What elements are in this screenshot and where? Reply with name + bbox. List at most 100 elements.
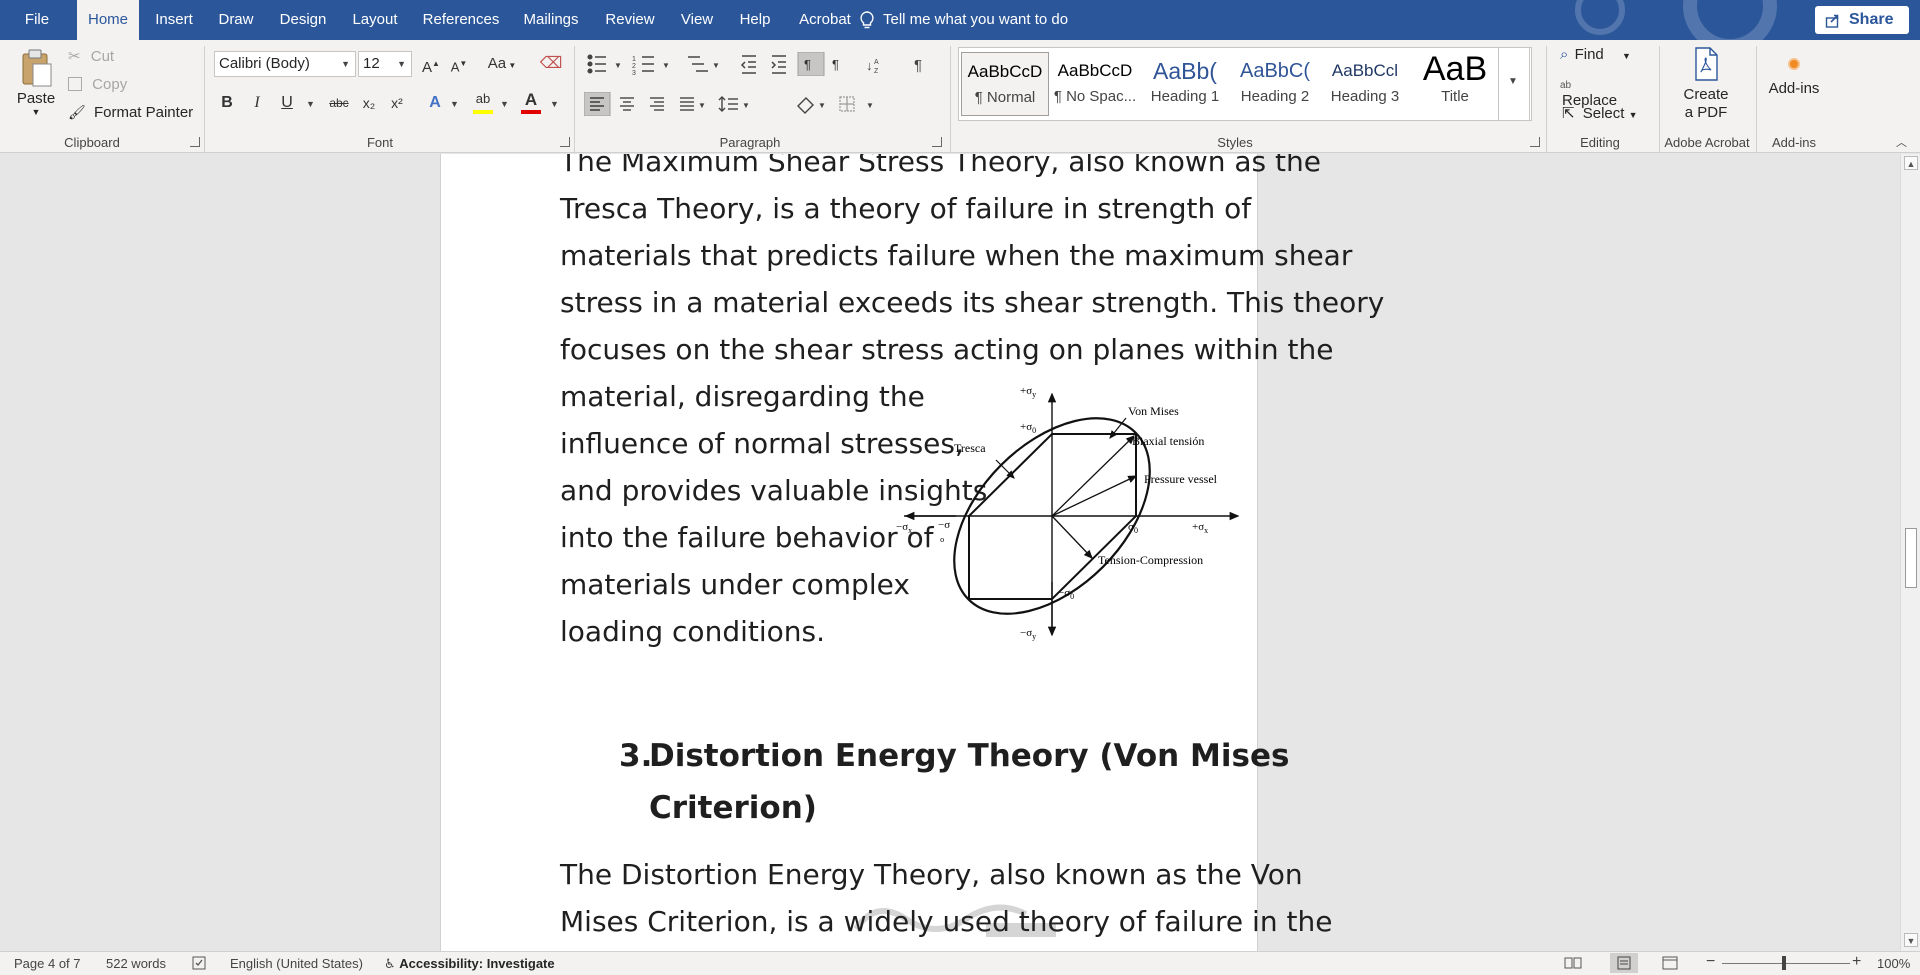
justify-button[interactable]: [674, 92, 708, 116]
bold-button[interactable]: B: [214, 90, 240, 116]
style-no-spacing[interactable]: AaBbCcD ¶ No Spac...: [1051, 52, 1139, 116]
find-button[interactable]: ⌕ Find ▼: [1560, 46, 1631, 63]
read-mode-icon[interactable]: [1564, 956, 1582, 973]
print-layout-icon[interactable]: [1610, 953, 1638, 973]
document-page[interactable]: The Maximum Shear Stress Theory, also kn…: [440, 154, 1384, 951]
paragraph-group-label: Paragraph: [719, 135, 781, 150]
align-right-button[interactable]: [644, 92, 670, 116]
style-title[interactable]: AaB Title: [1411, 52, 1499, 116]
tab-view[interactable]: View: [676, 0, 718, 40]
italic-button[interactable]: I: [244, 90, 270, 116]
underline-dropdown-icon[interactable]: ▼: [306, 99, 315, 109]
styles-launcher-icon[interactable]: [1530, 137, 1540, 147]
share-button[interactable]: Share: [1815, 6, 1909, 34]
tell-me-search[interactable]: Tell me what you want to do: [860, 0, 1068, 40]
tab-references[interactable]: References: [418, 0, 504, 40]
font-color-button[interactable]: A: [518, 90, 544, 116]
paste-button[interactable]: Paste ▼: [12, 46, 60, 126]
align-left-button[interactable]: [584, 92, 610, 116]
replace-icon: ab: [1560, 80, 1572, 91]
styles-more-button[interactable]: ▼: [1498, 47, 1530, 121]
show-formatting-marks-button[interactable]: [910, 52, 934, 76]
style-name: Title: [1441, 88, 1469, 105]
numbering-button[interactable]: [628, 52, 670, 76]
collapse-ribbon-icon[interactable]: ︿: [1896, 134, 1907, 150]
sort-button[interactable]: [864, 52, 888, 76]
zoom-slider-thumb[interactable]: [1782, 956, 1786, 970]
proofing-icon[interactable]: [192, 956, 208, 973]
accessibility-status[interactable]: ♿ Accessibility: Investigate: [384, 956, 555, 972]
right-to-left-button[interactable]: [828, 52, 854, 76]
cut-button[interactable]: ✂ Cut: [68, 47, 114, 65]
scroll-thumb[interactable]: [1905, 528, 1917, 588]
label-tension-compression: Tension-Compression: [1098, 553, 1203, 567]
zoom-slider[interactable]: [1722, 963, 1850, 964]
format-painter-button[interactable]: 🖌 Format Painter: [68, 104, 193, 121]
label-pressure-vessel: Pressure vessel: [1144, 472, 1218, 486]
tab-mailings[interactable]: Mailings: [518, 0, 584, 40]
scroll-up-icon[interactable]: ▲: [1904, 156, 1918, 170]
font-size-select[interactable]: 12 ▼: [358, 51, 412, 77]
zoom-out-icon[interactable]: −: [1706, 953, 1715, 971]
style-heading-2[interactable]: AaBbC( Heading 2: [1231, 52, 1319, 116]
multilevel-list-button[interactable]: [684, 52, 720, 76]
vertical-scrollbar[interactable]: ▲ ▼: [1900, 154, 1920, 951]
tab-draw[interactable]: Draw: [213, 0, 259, 40]
clipboard-launcher-icon[interactable]: [190, 137, 200, 147]
style-heading-3[interactable]: AaBbCcl Heading 3: [1321, 52, 1409, 116]
shading-button[interactable]: [792, 92, 828, 116]
decrease-indent-button[interactable]: [738, 52, 760, 76]
font-name-select[interactable]: Calibri (Body) ▼: [214, 51, 356, 77]
tab-layout[interactable]: Layout: [346, 0, 404, 40]
tab-file[interactable]: File: [14, 0, 60, 40]
text-effects-button[interactable]: A: [422, 90, 448, 116]
add-ins-button[interactable]: Add-ins: [1764, 46, 1824, 126]
superscript-button[interactable]: x²: [384, 90, 410, 116]
text-effects-dropdown-icon[interactable]: ▼: [450, 99, 459, 109]
group-separator: [204, 46, 205, 152]
borders-button[interactable]: [836, 92, 876, 116]
select-button[interactable]: ⇱ Select ▼: [1562, 104, 1638, 122]
shrink-font-button[interactable]: A▼: [446, 51, 472, 77]
change-case-button[interactable]: Aa ▼: [484, 51, 520, 77]
tab-help[interactable]: Help: [732, 0, 778, 40]
tab-insert[interactable]: Insert: [150, 0, 198, 40]
scroll-down-icon[interactable]: ▼: [1904, 933, 1918, 947]
style-name: Heading 1: [1150, 88, 1220, 105]
copy-label: Copy: [92, 76, 128, 93]
group-separator: [574, 46, 575, 152]
clear-formatting-button[interactable]: ⌫: [538, 51, 564, 77]
style-heading-1[interactable]: AaBb( Heading 1: [1141, 52, 1229, 116]
grow-font-button[interactable]: A▲: [418, 51, 444, 77]
word-count[interactable]: 522 words: [106, 956, 166, 971]
font-launcher-icon[interactable]: [560, 137, 570, 147]
strikethrough-button[interactable]: abc: [324, 90, 354, 116]
tab-review[interactable]: Review: [598, 0, 662, 40]
paragraph-launcher-icon[interactable]: [932, 137, 942, 147]
bullets-button[interactable]: [584, 52, 624, 76]
tab-acrobat[interactable]: Acrobat: [790, 0, 860, 40]
zoom-level[interactable]: 100%: [1877, 956, 1910, 971]
page-count[interactable]: Page 4 of 7: [14, 956, 81, 971]
web-layout-icon[interactable]: [1662, 956, 1680, 973]
copy-icon: [68, 77, 82, 91]
zoom-in-icon[interactable]: +: [1852, 953, 1861, 971]
language[interactable]: English (United States): [230, 956, 363, 971]
font-color-dropdown-icon[interactable]: ▼: [550, 99, 559, 109]
line-spacing-button[interactable]: [716, 92, 752, 116]
tab-home[interactable]: Home: [77, 0, 139, 40]
highlight-dropdown-icon[interactable]: ▼: [500, 99, 509, 109]
increase-indent-button[interactable]: [768, 52, 790, 76]
highlight-color-button[interactable]: ab: [470, 90, 496, 116]
failure-criteria-figure[interactable]: +σy +σ0 Von Mises Tresca Biaxial tensión…: [896, 382, 1241, 642]
tab-design[interactable]: Design: [274, 0, 332, 40]
style-normal[interactable]: AaBbCcD ¶ Normal: [961, 52, 1049, 116]
left-to-right-button[interactable]: [798, 52, 824, 76]
scissors-icon: ✂: [68, 48, 81, 65]
create-pdf-button[interactable]: Create a PDF: [1676, 46, 1736, 130]
paste-dropdown-icon[interactable]: ▼: [12, 107, 60, 117]
copy-button[interactable]: Copy: [68, 76, 127, 93]
underline-button[interactable]: U: [274, 90, 300, 116]
subscript-button[interactable]: x₂: [356, 90, 382, 116]
align-center-button[interactable]: [614, 92, 640, 116]
